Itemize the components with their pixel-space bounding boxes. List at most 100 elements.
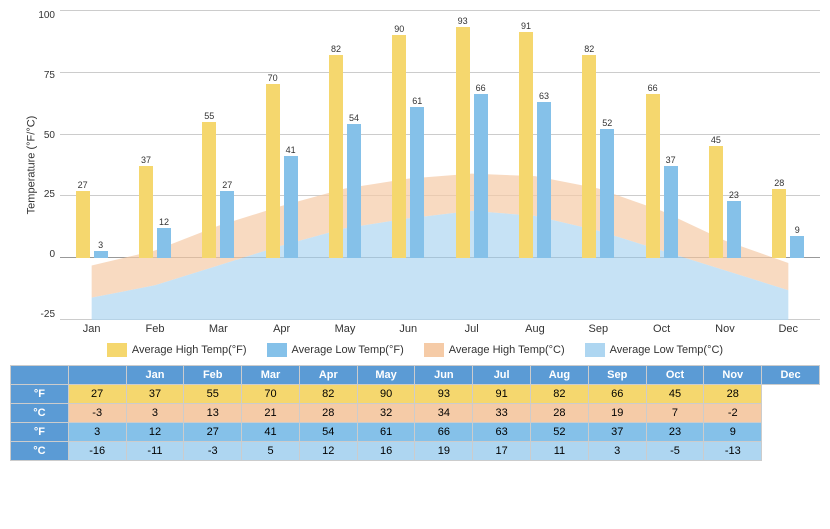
x-label-feb: Feb	[123, 320, 186, 335]
legend-box-lowF	[267, 343, 287, 357]
label-lowF-may: 54	[347, 113, 361, 123]
y-label-75: 75	[44, 70, 55, 81]
table-cell-3-11: -13	[704, 442, 762, 461]
table-cell-0-9: 66	[588, 385, 646, 404]
x-axis: JanFebMarAprMayJunJulAugSepOctNovDec	[60, 320, 820, 335]
x-label-mar: Mar	[187, 320, 250, 335]
label-lowF-oct: 37	[664, 155, 678, 165]
table-header-aug: Aug	[531, 366, 589, 385]
label-lowF-nov: 23	[727, 190, 741, 200]
x-label-jun: Jun	[377, 320, 440, 335]
legend-box-highF	[107, 343, 127, 357]
bar-highF-may	[329, 55, 343, 258]
table-unit-1: °C	[11, 404, 69, 423]
legend-label-highF: Average High Temp(°F)	[132, 344, 247, 356]
label-lowF-dec: 9	[790, 225, 804, 235]
label-highF-jun: 90	[392, 24, 406, 34]
month-group-oct: 66 37	[630, 10, 693, 320]
table-header-apr: Apr	[299, 366, 357, 385]
bar-lowF-jun	[410, 107, 424, 258]
table-cell-0-4: 82	[299, 385, 357, 404]
bar-lowF-aug	[537, 102, 551, 258]
table-cell-2-3: 41	[242, 423, 300, 442]
x-label-nov: Nov	[693, 320, 756, 335]
legend-box-highC	[424, 343, 444, 357]
table-cell-1-1: 3	[126, 404, 184, 423]
bar-lowF-feb	[157, 228, 171, 258]
table-unit-3: °C	[11, 442, 69, 461]
month-group-mar: 5527	[187, 10, 250, 320]
table-cell-1-11: -2	[704, 404, 762, 423]
table-cell-3-0: -16	[68, 442, 126, 461]
label-highF-jul: 93	[456, 16, 470, 26]
table-cell-0-10: 45	[646, 385, 704, 404]
month-group-sep: 82 52	[567, 10, 630, 320]
bar-highF-nov	[709, 146, 723, 258]
label-lowF-mar: 27	[220, 180, 234, 190]
table-cell-1-4: 28	[299, 404, 357, 423]
table-cell-3-10: -5	[646, 442, 704, 461]
x-label-aug: Aug	[503, 320, 566, 335]
month-group-feb: 3712	[123, 10, 186, 320]
x-label-oct: Oct	[630, 320, 693, 335]
table-cell-2-0: 3	[68, 423, 126, 442]
table-cell-3-4: 12	[299, 442, 357, 461]
month-group-aug: 9163	[503, 10, 566, 320]
legend-label-highC: Average High Temp(°C)	[449, 344, 565, 356]
legend-label-lowF: Average Low Temp(°F)	[292, 344, 404, 356]
table-cell-2-4: 54	[299, 423, 357, 442]
table-cell-0-2: 55	[184, 385, 242, 404]
table-header-dec: Dec	[762, 366, 820, 385]
table-cell-3-5: 16	[357, 442, 415, 461]
table-cell-0-1: 37	[126, 385, 184, 404]
table-cell-0-11: 28	[704, 385, 762, 404]
label-highF-oct: 66	[646, 83, 660, 93]
legend-item-highC: Average High Temp(°C)	[424, 343, 565, 357]
label-lowF-sep: 52	[600, 118, 614, 128]
table-cell-3-2: -3	[184, 442, 242, 461]
legend-box-lowC	[585, 343, 605, 357]
x-label-jul: Jul	[440, 320, 503, 335]
x-label-dec: Dec	[757, 320, 820, 335]
table-cell-2-9: 37	[588, 423, 646, 442]
bar-highF-jun	[392, 35, 406, 258]
bar-lowF-dec	[790, 236, 804, 258]
table-cell-0-5: 90	[357, 385, 415, 404]
table-header-jul: Jul	[473, 366, 531, 385]
label-highF-sep: 82	[582, 44, 596, 54]
table-cell-3-1: -11	[126, 442, 184, 461]
label-lowF-jan: 3	[94, 240, 108, 250]
table-header-jun: Jun	[415, 366, 473, 385]
table-cell-2-5: 61	[357, 423, 415, 442]
bar-lowF-sep	[600, 129, 614, 258]
table-cell-1-2: 13	[184, 404, 242, 423]
table-cell-2-11: 9	[704, 423, 762, 442]
bar-highF-jul	[456, 27, 470, 258]
table-header-mar: Mar	[242, 366, 300, 385]
y-label-n25: -25	[41, 309, 55, 320]
bar-lowF-mar	[220, 191, 234, 258]
month-group-nov: 45 23	[693, 10, 756, 320]
table-header-may: May	[357, 366, 415, 385]
legend-item-highF: Average High Temp(°F)	[107, 343, 247, 357]
table-header-oct: Oct	[646, 366, 704, 385]
table-cell-2-10: 23	[646, 423, 704, 442]
label-lowF-feb: 12	[157, 217, 171, 227]
bars-layer: 2733712552770418254906193669163825266374…	[60, 10, 820, 320]
legend-item-lowF: Average Low Temp(°F)	[267, 343, 404, 357]
table-header-feb: Feb	[184, 366, 242, 385]
label-highF-may: 82	[329, 44, 343, 54]
label-highF-apr: 70	[266, 73, 280, 83]
month-group-jan: 27 3	[60, 10, 123, 320]
bar-lowF-may	[347, 124, 361, 258]
table-cell-0-0: 27	[68, 385, 126, 404]
label-highF-nov: 45	[709, 135, 723, 145]
table-row-3: °C-16-11-3512161917113-5-13	[11, 442, 820, 461]
label-lowF-apr: 41	[284, 145, 298, 155]
data-table: JanFebMarAprMayJunJulAugSepOctNovDec °F2…	[10, 365, 820, 461]
bar-lowF-apr	[284, 156, 298, 258]
label-highF-jan: 27	[76, 180, 90, 190]
y-label-25: 25	[44, 189, 55, 200]
y-label-100: 100	[38, 10, 55, 21]
table-cell-1-3: 21	[242, 404, 300, 423]
